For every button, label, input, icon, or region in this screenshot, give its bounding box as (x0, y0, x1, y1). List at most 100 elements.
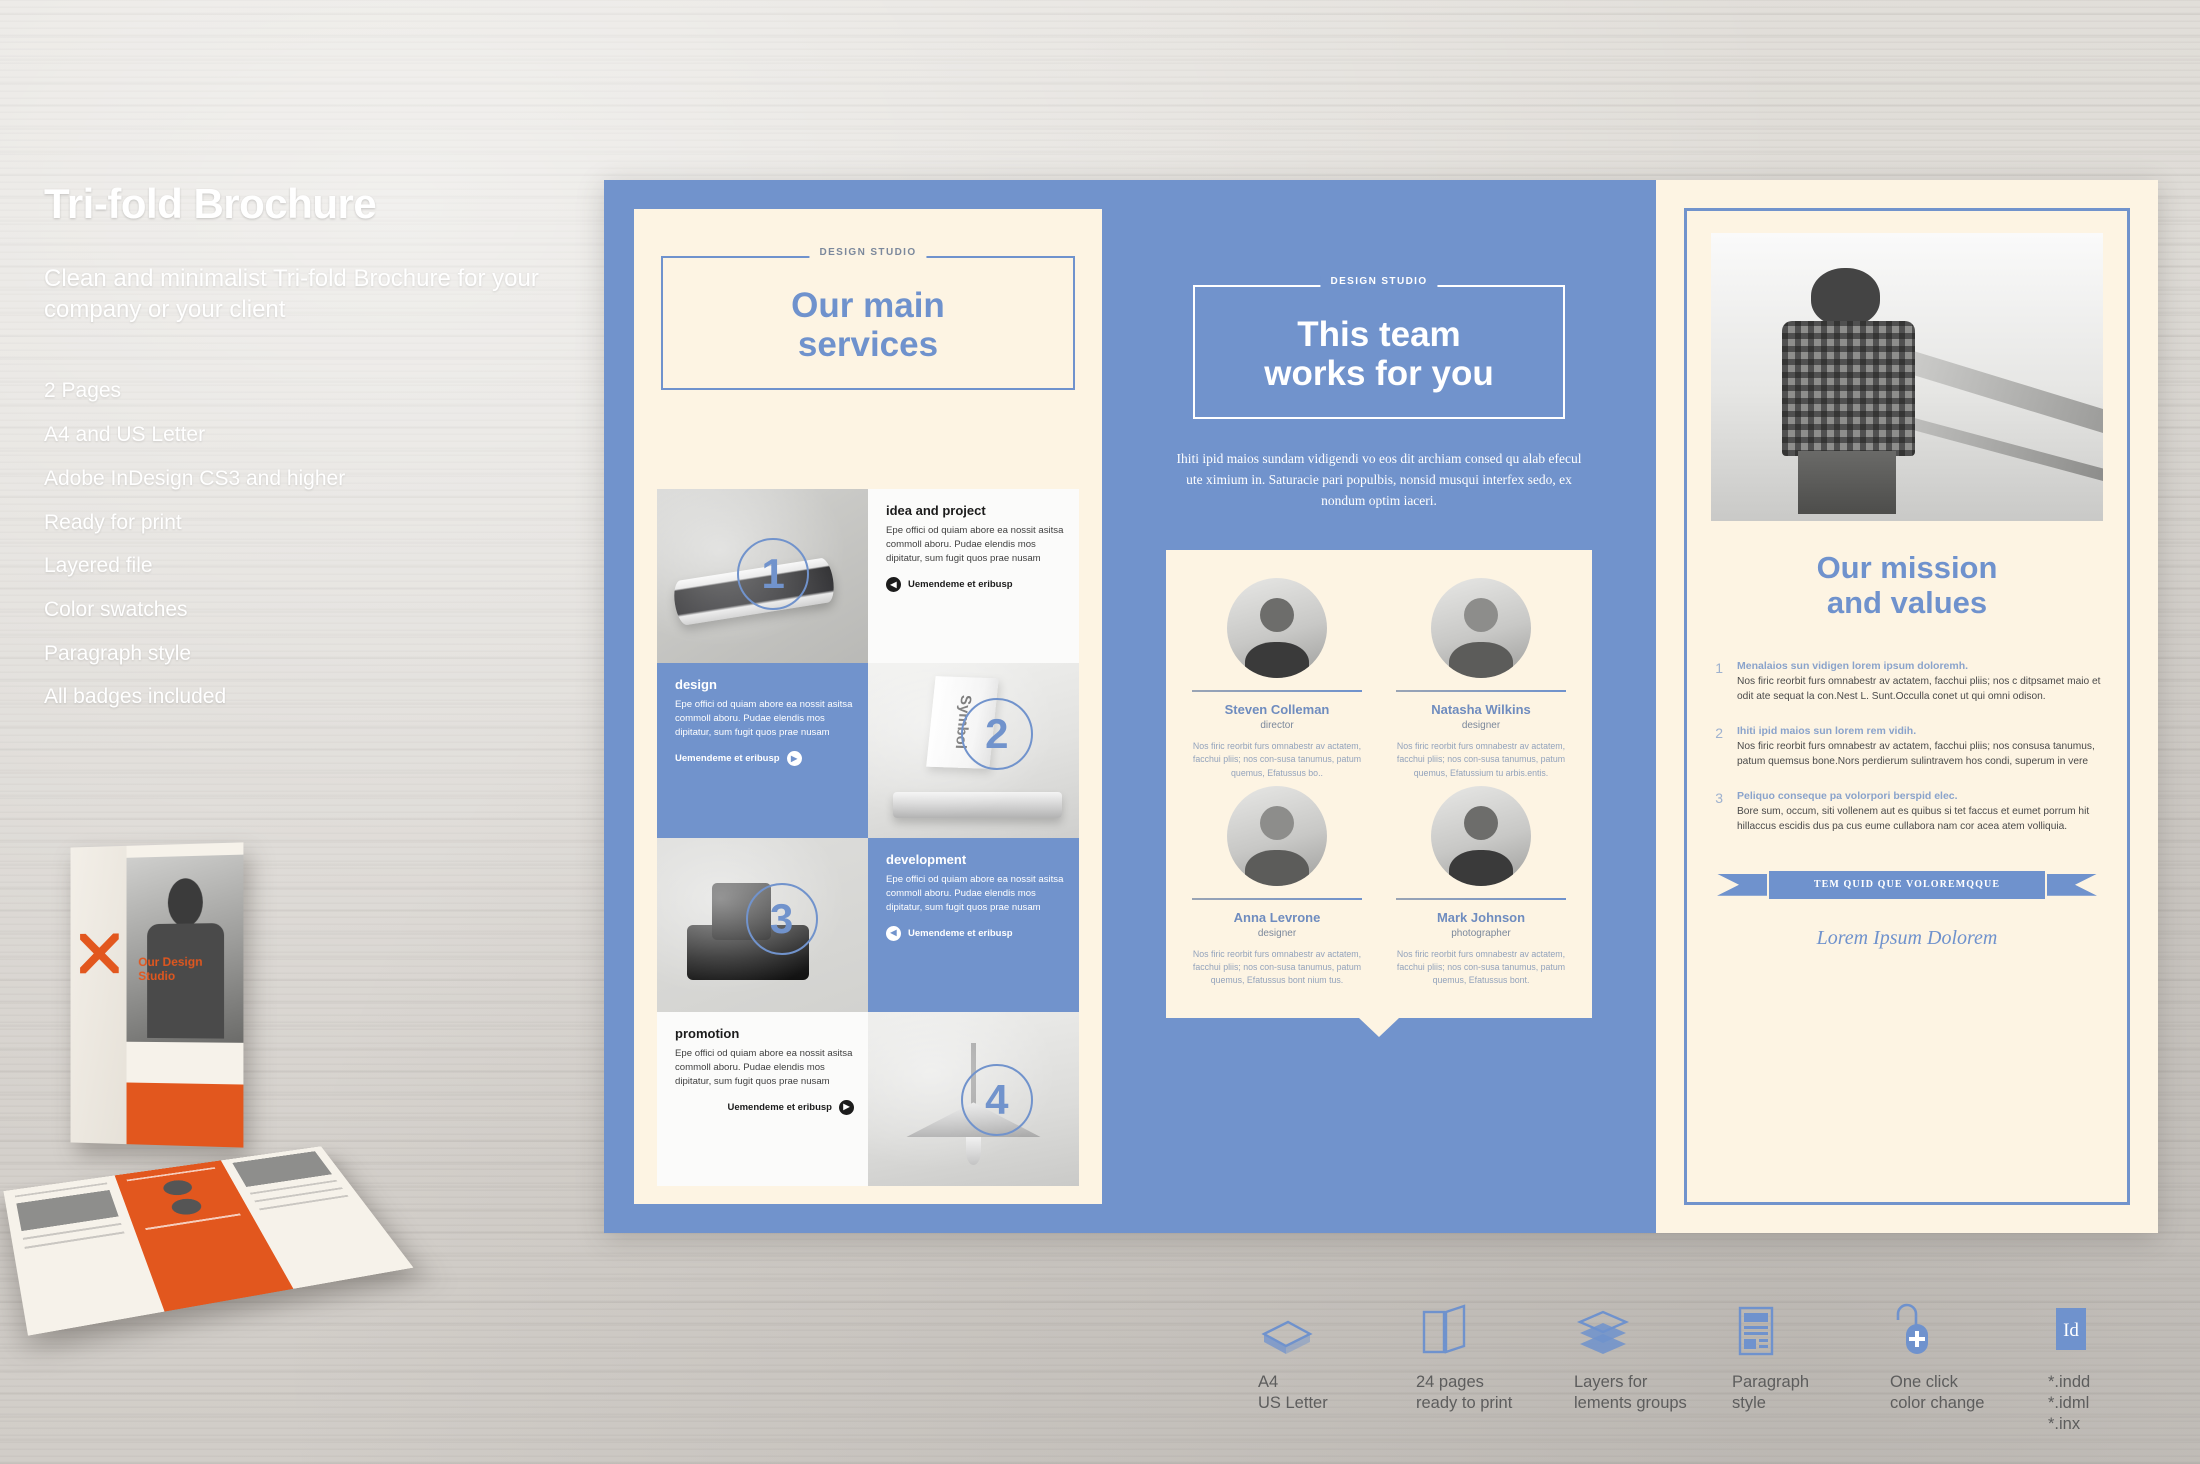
mission-point-number: 1 (1715, 660, 1723, 677)
mission-points-list: 1 Menalaios sun vidigen lorem ipsum dolo… (1711, 660, 2103, 834)
mission-point: 1 Menalaios sun vidigen lorem ipsum dolo… (1711, 660, 2103, 705)
paper-stack-icon (1258, 1300, 1416, 1360)
team-intro-text: Ihiti ipid maios sundam vidigendi vo eos… (1176, 451, 1582, 509)
team-title-line1: This team (1297, 315, 1461, 354)
service-text-4[interactable]: promotion Epe offici od quiam abore ea n… (657, 1011, 868, 1186)
service-text-3[interactable]: development Epe offici od quiam abore ea… (868, 837, 1079, 1012)
mission-point: 2 Ihiti ipid maios sun lorem rem vidih. … (1711, 725, 2103, 770)
layers-icon (1574, 1300, 1732, 1360)
service-cta-label: Uemendeme et eribusp (908, 579, 1013, 590)
service-body: Epe offici od quiam abore ea nossit asit… (675, 699, 853, 739)
member-role: designer (1461, 720, 1501, 732)
service-body: Epe offici od quiam abore ea nossit asit… (886, 873, 1064, 913)
team-member[interactable]: Mark Johnson photographer Nos firic reor… (1388, 785, 1574, 988)
service-cta[interactable]: ◀ Uemendeme et eribusp (886, 577, 1065, 592)
member-role: designer (1257, 927, 1297, 939)
mission-point-number: 3 (1715, 790, 1723, 806)
services-title-line1: Our main (791, 286, 945, 325)
mission-ribbon: TEM QUID QUE VOLOREMQQUE (1717, 868, 2097, 901)
service-heading: idea and project (886, 503, 986, 518)
divider (1396, 690, 1566, 693)
badge-color-change: One click color change (1890, 1300, 2048, 1435)
services-title-line2: services (797, 325, 939, 365)
team-kicker: DESIGN STUDIO (1320, 276, 1438, 287)
member-name: Steven Colleman (1224, 702, 1330, 718)
svg-text:Id: Id (2063, 1320, 2079, 1341)
member-bio: Nos firic reorbit furs omnabestr av acta… (1192, 948, 1362, 986)
avatar (1227, 578, 1327, 679)
service-number-badge: 2 (960, 698, 1033, 771)
service-image-4: 4 (868, 1011, 1079, 1186)
member-role: director (1260, 720, 1294, 732)
avatar (1431, 578, 1531, 679)
promo-feature: A4 and US Letter (44, 423, 206, 447)
service-body: Epe offici od quiam abore ea nossit asit… (675, 1047, 853, 1087)
service-text-1[interactable]: idea and project Epe offici od quiam abo… (868, 489, 1079, 664)
badge-label-line2: ready to print (1416, 1394, 1513, 1413)
panel-mission: Our mission and values 1 Menalaios sun v… (1656, 180, 2158, 1233)
indesign-id-icon: Id (2048, 1300, 2200, 1360)
member-name: Anna Levrone (1233, 909, 1321, 925)
play-right-icon: ▶ (839, 1099, 854, 1115)
promo-title: Tri-fold Brochure (44, 180, 377, 227)
mission-point-lead: Menalaios sun vidigen lorem ipsum dolore… (1737, 660, 1969, 673)
service-cta[interactable]: Uemendeme et eribusp ▶ (675, 1099, 854, 1115)
mockup-standing-brochure: Our Design Studio (70, 842, 244, 1148)
promo-copy: Tri-fold Brochure Clean and minimalist T… (44, 180, 564, 727)
service-image-1: 1 (657, 489, 868, 664)
service-heading: development (886, 851, 967, 867)
promo-feature: Adobe InDesign CS3 and higher (44, 466, 346, 490)
badge-file-formats: Id *.indd *.idml *.inx (2048, 1300, 2200, 1435)
member-bio: Nos firic reorbit furs omnabestr av acta… (1396, 741, 1566, 778)
mission-title-line2: and values (1826, 584, 1988, 620)
service-number-badge: 3 (745, 882, 818, 955)
service-cta[interactable]: Uemendeme et eribusp ▶ (675, 751, 854, 767)
divider (1192, 690, 1362, 693)
services-grid: 1 idea and project Epe offici od quiam a… (657, 489, 1079, 1186)
services-kicker: DESIGN STUDIO (809, 247, 927, 258)
promo-feature: 2 Pages (44, 379, 122, 403)
promo-feature: Paragraph style (44, 641, 192, 665)
badge-label-line2: lements groups (1574, 1394, 1687, 1413)
badge-label-line1: *.indd (2048, 1373, 2091, 1391)
mission-point-body: Nos firic reorbit furs omnabestr av acta… (1737, 676, 2101, 703)
mission-point-body: Bore sum, occum, siti vollenem aut es qu… (1737, 806, 2090, 832)
badge-label-line2: US Letter (1258, 1394, 1328, 1413)
badge-label-line1: 24 pages (1416, 1373, 1484, 1391)
promo-feature-list: 2 Pages A4 and US Letter Adobe InDesign … (44, 377, 564, 711)
team-member[interactable]: Anna Levrone designer Nos firic reorbit … (1184, 785, 1370, 988)
services-title-box: Our main services (661, 256, 1075, 391)
services-header: DESIGN STUDIO Our main services (661, 247, 1075, 391)
lamp-bulb-shape (966, 1137, 981, 1166)
service-text-2[interactable]: design Epe offici od quiam abore ea noss… (657, 663, 868, 838)
bearded-man-on-bridge-photo (1711, 233, 2103, 521)
member-bio: Nos firic reorbit furs omnabestr av acta… (1396, 948, 1566, 986)
service-body: Epe offici od quiam abore ea nossit asit… (886, 525, 1064, 564)
team-member[interactable]: Steven Colleman director Nos firic reorb… (1184, 578, 1370, 780)
badge-layers: Layers for lements groups (1574, 1300, 1732, 1435)
team-title-line2: works for you (1264, 354, 1494, 394)
service-number-badge: 1 (737, 537, 810, 610)
mouse-click-icon (1890, 1300, 2048, 1360)
badge-label-line1: A4 (1258, 1373, 1279, 1391)
promo-feature: Ready for print (44, 510, 182, 534)
badge-label-line2: style (1732, 1394, 1766, 1413)
mission-point-body: Nos firic reorbit furs omnabestr av acta… (1737, 741, 2095, 768)
service-cta-label: Uemendeme et eribusp (675, 753, 780, 765)
badge-pages: 24 pages ready to print (1416, 1300, 1574, 1435)
service-image-2: Symbol 2 (868, 663, 1079, 838)
mission-point-lead: Peliquo conseque pa volorpori berspid el… (1737, 790, 1958, 802)
member-name: Mark Johnson (1436, 909, 1526, 925)
service-cta[interactable]: ◀ Uemendeme et eribusp (886, 925, 1065, 941)
team-member[interactable]: Natasha Wilkins designer Nos firic reorb… (1388, 578, 1574, 780)
member-bio: Nos firic reorbit furs omnabestr av acta… (1192, 741, 1362, 778)
brochure-spread: DESIGN STUDIO Our main services 1 idea a… (604, 180, 2158, 1233)
play-left-icon: ◀ (886, 577, 901, 592)
divider (1192, 897, 1362, 900)
mission-point-number: 2 (1715, 725, 1723, 742)
open-book-icon (1416, 1300, 1574, 1360)
avatar (1227, 785, 1327, 886)
promo-feature: Color swatches (44, 598, 188, 622)
feature-badges: A4 US Letter 24 pages ready to print Lay (1258, 1300, 2200, 1435)
panel-team: DESIGN STUDIO This team works for you Ih… (1134, 180, 1624, 1233)
